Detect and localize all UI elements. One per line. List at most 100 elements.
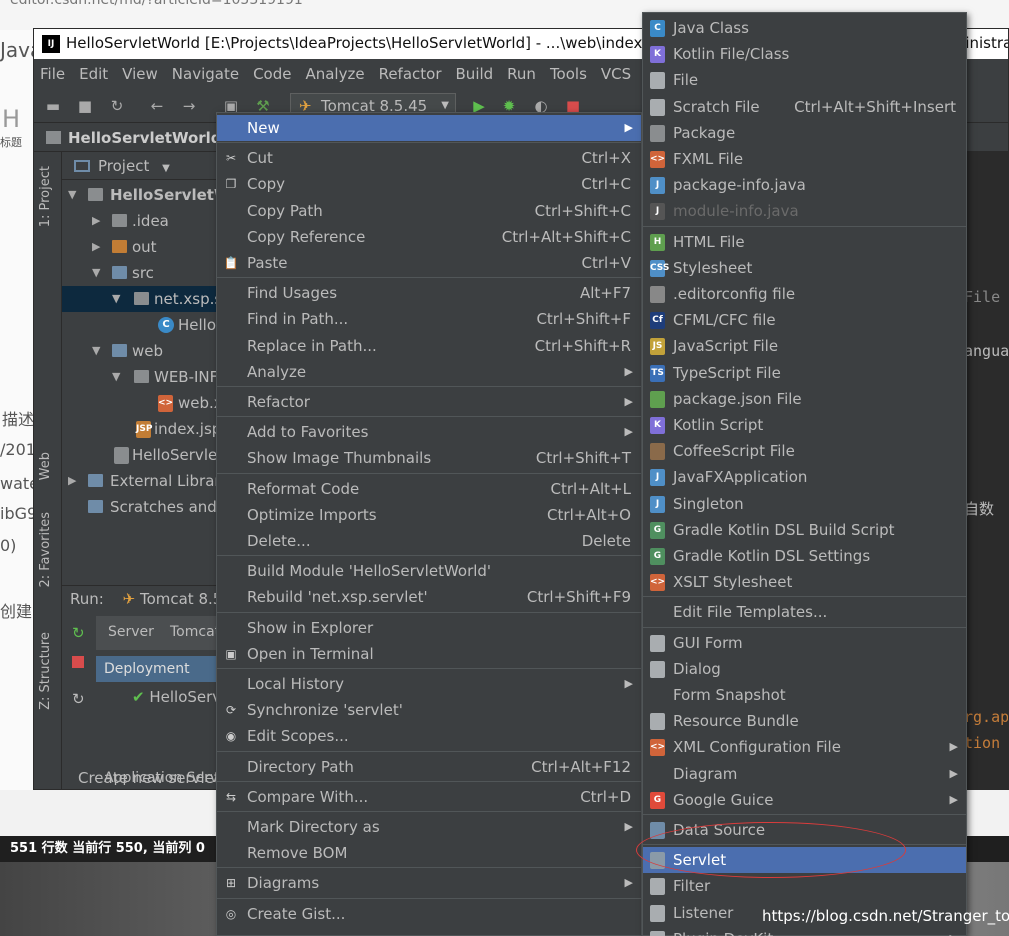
tree-item-web[interactable]: ▼ web [62,338,222,364]
tree-item-web-inf[interactable]: ▼ WEB-INF [62,364,222,390]
new-item-fxml-file[interactable]: <> FXML File [643,146,966,172]
menu-item-find-usages[interactable]: Find Usages Alt+F7 [217,280,641,306]
back-icon[interactable]: ← [148,97,166,115]
new-item-html-file[interactable]: H HTML File [643,229,966,255]
menu-item-compare-with[interactable]: ⇆ Compare With... Ctrl+D [217,784,641,810]
menu-item-analyze[interactable]: Analyze ▶ [217,359,641,385]
menu-item-build-module-helloservletworld[interactable]: Build Module 'HelloServletWorld' [217,558,641,584]
menu-edit[interactable]: Edit [79,59,108,89]
menu-item-delete[interactable]: Delete... Delete [217,528,641,554]
tab-structure[interactable]: Z: Structure [38,632,53,710]
new-item-xml-configuration-file[interactable]: <> XML Configuration File ▶ [643,734,966,760]
new-item-package-json-file[interactable]: package.json File [643,386,966,412]
new-item-gradle-kotlin-dsl-settings[interactable]: G Gradle Kotlin DSL Settings [643,543,966,569]
sync-icon[interactable]: ↻ [108,97,126,115]
new-item-filter[interactable]: Filter [643,873,966,899]
browser-url[interactable]: editor.csdn.net/md/?articleId=105319191 [10,0,303,8]
menu-item-copy[interactable]: ❐ Copy Ctrl+C [217,171,641,197]
menu-item-refactor[interactable]: Refactor ▶ [217,389,641,415]
new-item-editorconfig-file[interactable]: .editorconfig file [643,281,966,307]
new-item-diagram[interactable]: Diagram ▶ [643,761,966,787]
menu-item-show-in-explorer[interactable]: Show in Explorer [217,615,641,641]
menu-code[interactable]: Code [253,59,291,89]
forward-icon[interactable]: → [180,97,198,115]
menu-item-find-in-path[interactable]: Find in Path... Ctrl+Shift+F [217,306,641,332]
menu-build[interactable]: Build [456,59,494,89]
new-item-kotlin-file-class[interactable]: K Kotlin File/Class [643,41,966,67]
tree-item-package[interactable]: ▼ net.xsp.servlet [62,286,266,312]
menu-refactor[interactable]: Refactor [379,59,442,89]
breadcrumb-item[interactable]: HelloServletWorld [68,129,222,147]
menu-item-reformat-code[interactable]: Reformat Code Ctrl+Alt+L [217,476,641,502]
tree-item-src[interactable]: ▼ src [62,260,222,286]
tree-item-libraries[interactable]: ▶ External Libraries [62,468,242,494]
new-item-cfml-cfc-file[interactable]: Cf CFML/CFC file [643,307,966,333]
menu-item-copy-path[interactable]: Copy Path Ctrl+Shift+C [217,198,641,224]
new-item-javafxapplication[interactable]: J JavaFXApplication [643,464,966,490]
tab-web[interactable]: Web [38,452,53,480]
menu-item-new[interactable]: New ▶ [217,115,641,141]
menu-item-show-image-thumbnails[interactable]: Show Image Thumbnails Ctrl+Shift+T [217,445,641,471]
new-item-gui-form[interactable]: GUI Form [643,630,966,656]
menu-run[interactable]: Run [507,59,536,89]
menu-tools[interactable]: Tools [550,59,587,89]
menu-item-local-history[interactable]: Local History ▶ [217,671,641,697]
menu-item-create-gist[interactable]: ◎ Create Gist... [217,901,641,927]
tab-favorites[interactable]: 2: Favorites [38,512,53,588]
new-item-package-info-java[interactable]: Jpackage-info.java [643,172,966,198]
tree-item-web-xml[interactable]: <> web.xml [62,390,241,416]
menu-vcs[interactable]: VCS [601,59,631,89]
new-item-scratch-file[interactable]: Scratch File Ctrl+Alt+Shift+Insert [643,94,966,120]
tab-server[interactable]: Server [108,624,154,640]
menu-item-optimize-imports[interactable]: Optimize Imports Ctrl+Alt+O [217,502,641,528]
new-item-typescript-file[interactable]: TS TypeScript File [643,360,966,386]
menu-item-paste[interactable]: 📋 Paste Ctrl+V [217,250,641,276]
tree-item-index-jsp[interactable]: JSP index.jsp [62,416,222,442]
tree-item-class[interactable]: C HelloServlet [62,312,269,338]
new-item-resource-bundle[interactable]: Resource Bundle [643,708,966,734]
new-item-kotlin-script[interactable]: K Kotlin Script [643,412,966,438]
menu-item-mark-directory-as[interactable]: Mark Directory as ▶ [217,814,641,840]
new-item-coffeescript-file[interactable]: CoffeeScript File [643,438,966,464]
tree-item-module[interactable]: ▼ HelloServletWorld [62,182,264,208]
menu-item-rebuild-net-xsp-servlet[interactable]: Rebuild 'net.xsp.servlet' Ctrl+Shift+F9 [217,584,641,610]
tree-item-out[interactable]: ▶ out [62,234,222,260]
menu-item-replace-in-path[interactable]: Replace in Path... Ctrl+Shift+R [217,333,641,359]
new-item-gradle-kotlin-dsl-build-script[interactable]: G Gradle Kotlin DSL Build Script [643,517,966,543]
open-folder-icon[interactable]: ▬ [44,97,62,115]
new-item-form-snapshot[interactable]: Form Snapshot [643,682,966,708]
menu-item-directory-path[interactable]: Directory Path Ctrl+Alt+F12 [217,754,641,780]
menu-item-diagrams[interactable]: ⊞ Diagrams ▶ [217,870,641,896]
rerun-icon[interactable]: ↻ [72,624,85,642]
tree-item-iml[interactable]: HelloServletWorld.iml [62,442,294,468]
new-item-java-class[interactable]: C Java Class [643,15,966,41]
new-item-edit-file-templates[interactable]: Edit File Templates... [643,599,966,625]
new-item-google-guice[interactable]: G Google Guice ▶ [643,787,966,813]
new-item-plugin-devkit[interactable]: Plugin DevKit ▶ [643,926,966,936]
save-icon[interactable]: ■ [76,97,94,115]
update-icon[interactable]: ↻ [72,690,85,708]
new-item-package[interactable]: Package [643,120,966,146]
new-item-dialog[interactable]: Dialog [643,656,966,682]
menu-item-add-to-favorites[interactable]: Add to Favorites ▶ [217,419,641,445]
stop-icon[interactable] [72,656,84,668]
menu-item-copy-reference[interactable]: Copy Reference Ctrl+Alt+Shift+C [217,224,641,250]
menu-item-open-in-terminal[interactable]: ▣ Open in Terminal [217,641,641,667]
tree-item-scratches[interactable]: Scratches and Consoles [62,494,289,520]
new-item-xslt-stylesheet[interactable]: <> XSLT Stylesheet [643,569,966,595]
new-item-file[interactable]: File [643,67,966,93]
menu-analyze[interactable]: Analyze [305,59,364,89]
menu-item-remove-bom[interactable]: Remove BOM [217,840,641,866]
project-panel-header[interactable]: Project ▼ [62,152,222,180]
new-item-javascript-file[interactable]: JS JavaScript File [643,333,966,359]
menu-file[interactable]: File [40,59,65,89]
menu-item-cut[interactable]: ✂ Cut Ctrl+X [217,145,641,171]
menu-view[interactable]: View [122,59,158,89]
menu-navigate[interactable]: Navigate [172,59,239,89]
menu-item-synchronize-servlet[interactable]: ⟳ Synchronize 'servlet' [217,697,641,723]
deployment-header[interactable]: Deployment [96,656,222,682]
new-item-stylesheet[interactable]: CSS Stylesheet [643,255,966,281]
new-item-singleton[interactable]: J Singleton [643,491,966,517]
tab-project[interactable]: 1: Project [38,166,53,227]
menu-item-edit-scopes[interactable]: ◉ Edit Scopes... [217,723,641,749]
